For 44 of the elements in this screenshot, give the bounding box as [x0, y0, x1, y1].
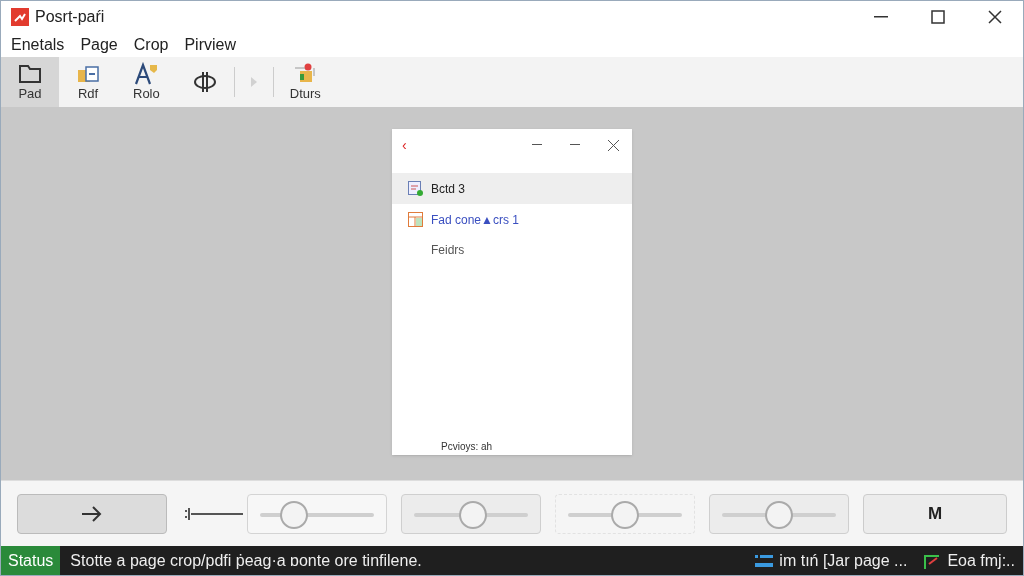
back-button[interactable]: ‹: [402, 134, 407, 156]
close-icon: [987, 10, 1002, 24]
close-icon: [607, 139, 619, 151]
maximize-icon: [930, 10, 945, 24]
toolbar-button[interactable]: Rolo: [117, 57, 176, 107]
status-message: Stotte a page crop/pdfi ṗeag·a ɒonte ore tinfilene.: [70, 550, 422, 571]
status-item: im tıń [Jar page ...: [779, 550, 908, 571]
minimize-icon: [532, 144, 542, 146]
slider-thumb[interactable]: [459, 500, 488, 529]
toolbar-button[interactable]: Rdf: [59, 57, 117, 107]
toolbar-button[interactable]: Dturs: [273, 57, 337, 107]
knot-icon: [191, 70, 218, 94]
slider[interactable]: [555, 493, 695, 534]
footer-text: Pcvioys: ah: [441, 440, 494, 454]
document-icon: [408, 181, 423, 196]
text-button[interactable]: M: [863, 493, 1007, 534]
slider-thumb[interactable]: [611, 500, 639, 529]
font-icon: [133, 62, 160, 86]
app-logo-icon: [11, 8, 29, 26]
menu-item[interactable]: Crop: [127, 33, 175, 57]
folder-icon: [17, 62, 43, 86]
list-item[interactable]: Fad cone▲crs 1: [392, 204, 632, 235]
next-button[interactable]: [17, 493, 167, 534]
menu-item[interactable]: Page: [74, 33, 124, 57]
table-icon: [408, 212, 423, 227]
status-label: Status: [1, 546, 61, 575]
play-icon: [250, 77, 257, 87]
slider[interactable]: [247, 493, 387, 534]
minimize-icon: [570, 144, 580, 146]
crop-icon: [923, 552, 942, 569]
menu-item[interactable]: Pirview: [178, 33, 242, 57]
slider-thumb[interactable]: [280, 500, 309, 529]
menu-item[interactable]: Enetals: [5, 33, 71, 57]
arrow-right-icon: [81, 505, 103, 522]
slider[interactable]: [401, 493, 541, 534]
note-text: Feidrs: [431, 242, 466, 259]
slider[interactable]: [709, 493, 849, 534]
toolbar-button[interactable]: Pad: [1, 57, 59, 107]
window-title: Posrt-paŕi: [35, 7, 105, 27]
status-item: Eoa fmj:..: [947, 550, 1015, 571]
slider-thumb[interactable]: [765, 500, 793, 529]
list-item[interactable]: Bctd 3: [392, 173, 632, 204]
list-icon: [755, 553, 774, 568]
minimize-icon: [873, 16, 888, 18]
